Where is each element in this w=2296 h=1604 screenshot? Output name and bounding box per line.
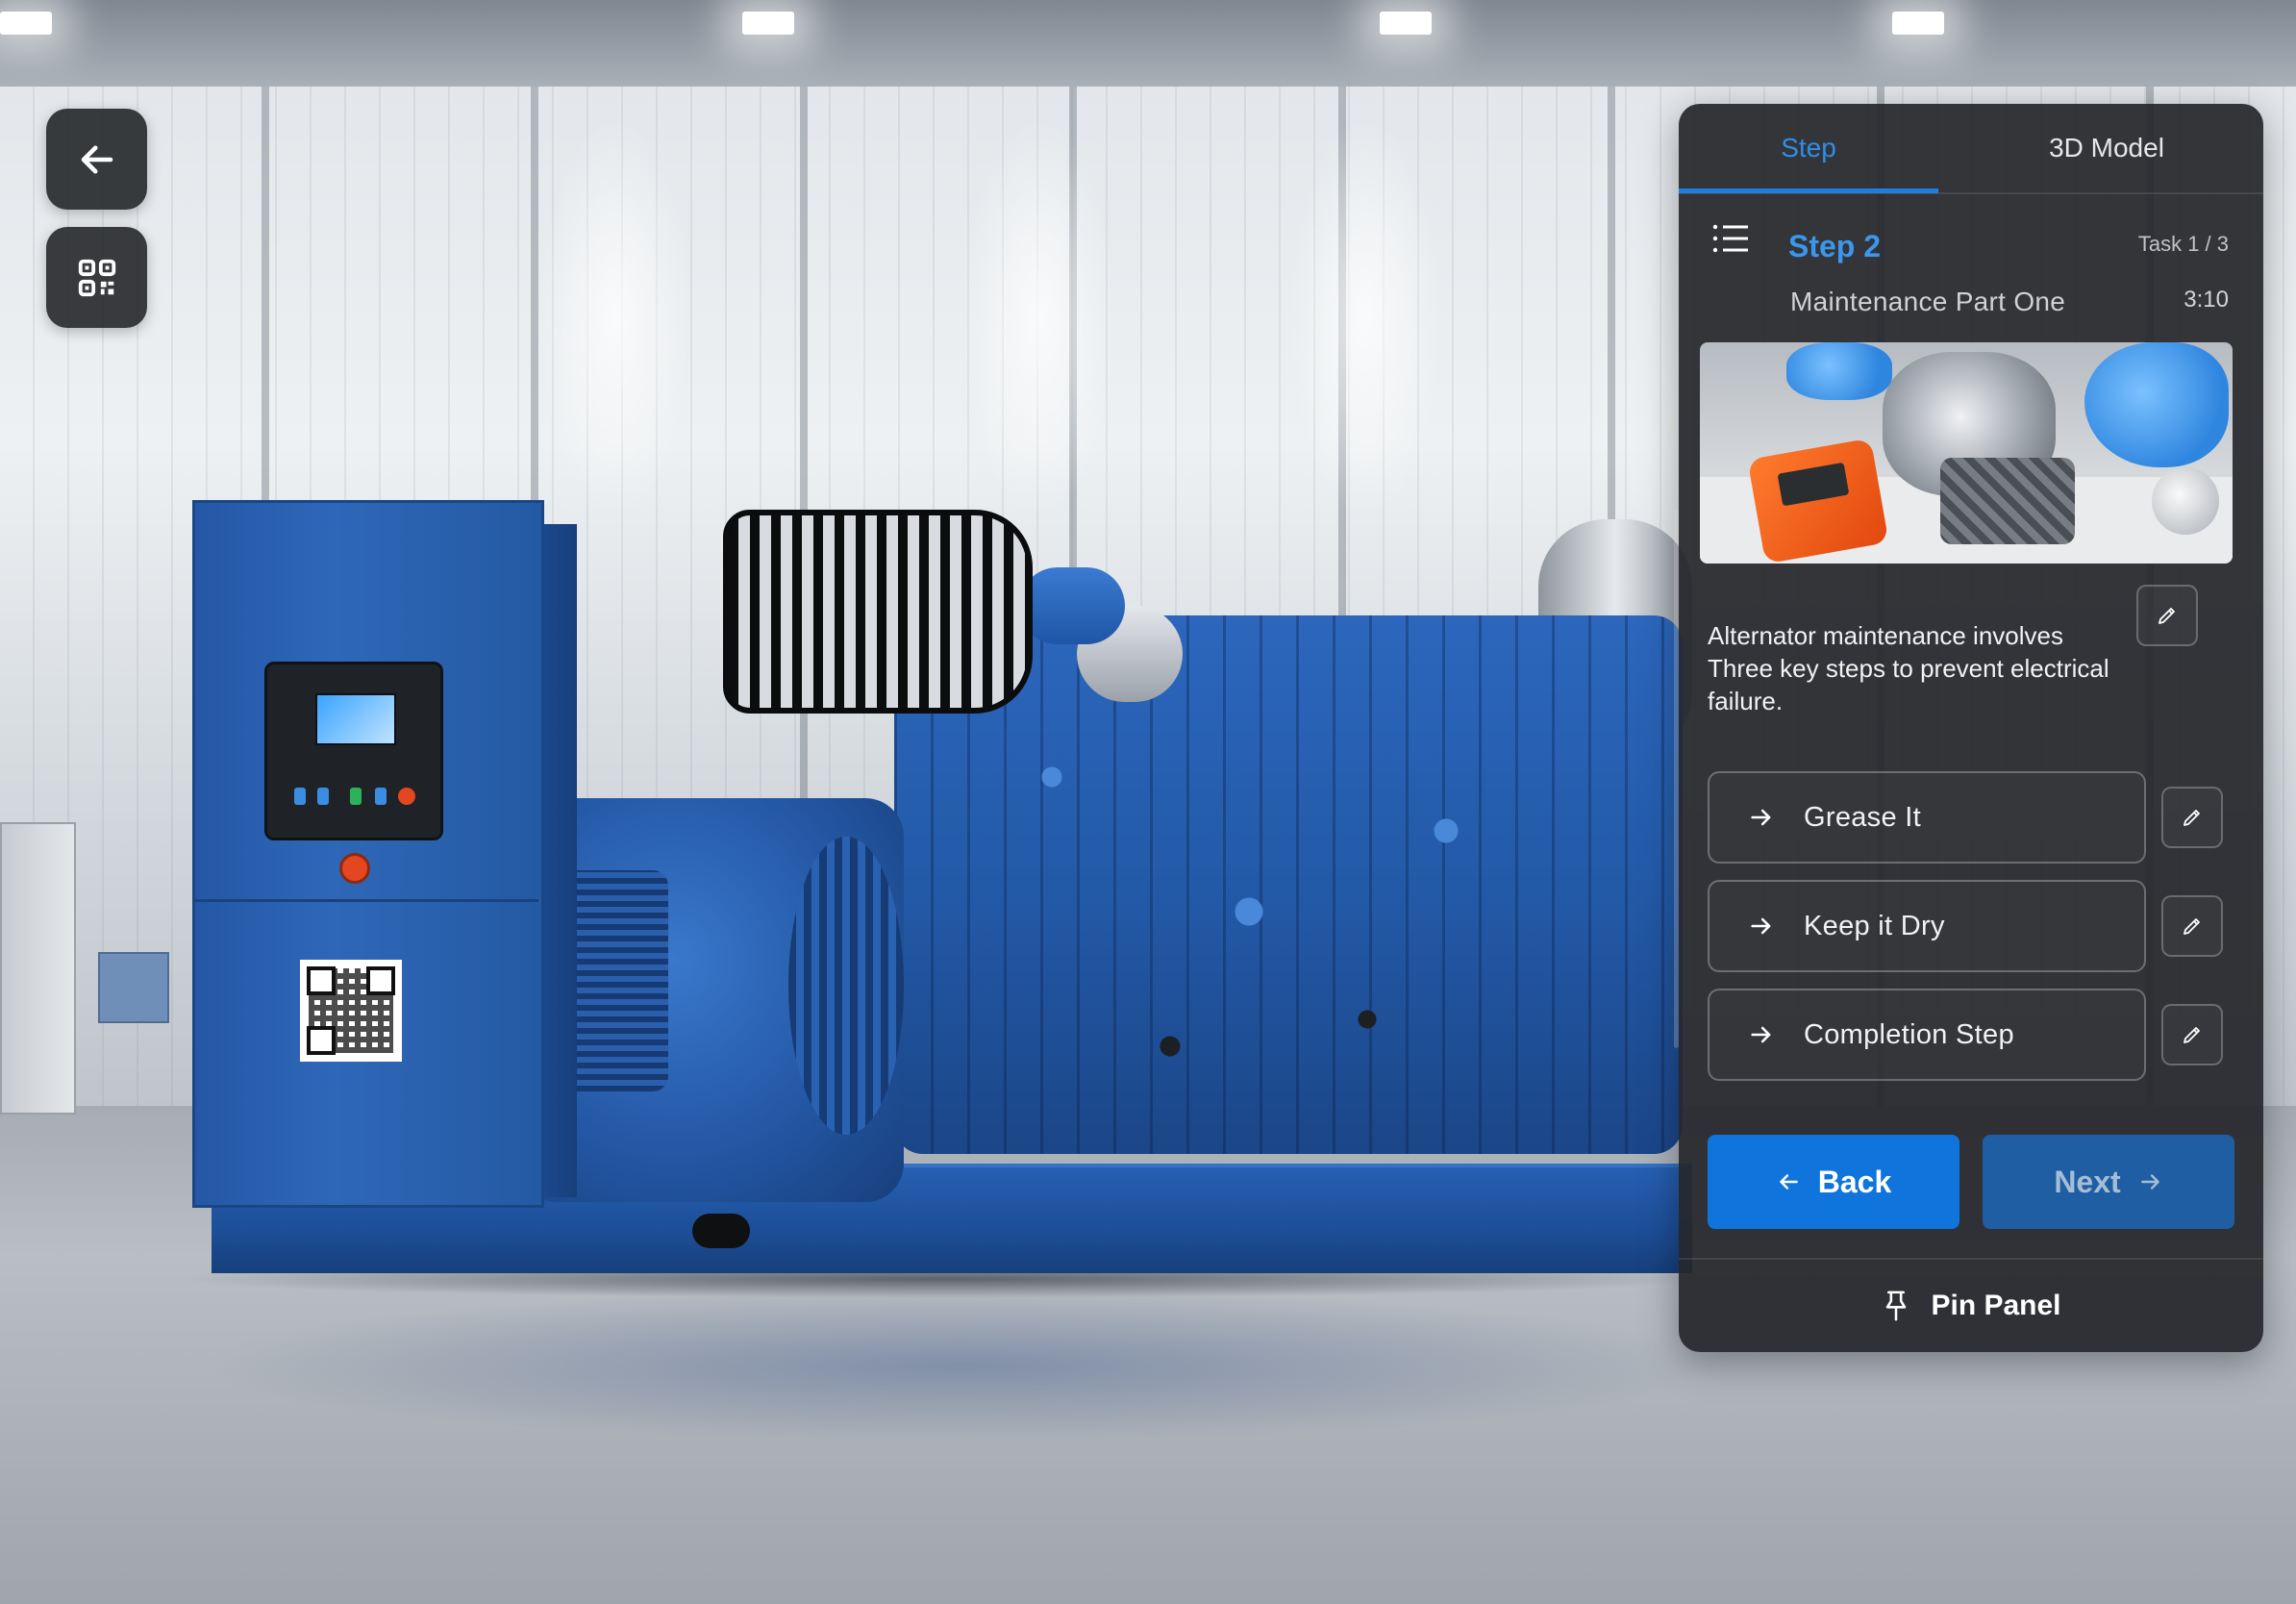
panel-divider: [1679, 1258, 2263, 1260]
option-label: Completion Step: [1804, 1018, 2014, 1050]
edit-option-button[interactable]: [2161, 787, 2223, 848]
qr-scan-button[interactable]: [46, 227, 147, 328]
step-timer: 3:10: [2184, 287, 2229, 313]
back-button[interactable]: Back: [1708, 1135, 1959, 1229]
qr-code-icon: [78, 259, 115, 296]
control-button: [294, 788, 306, 805]
valve-plate: [1940, 458, 2075, 544]
pencil-icon: [2184, 810, 2200, 826]
arrow-right-icon: [2140, 1174, 2159, 1190]
control-button: [398, 788, 415, 805]
step-title: Step 2: [1788, 229, 1882, 263]
arrow-left-icon: [81, 144, 112, 174]
option-completion-step[interactable]: Completion Step: [1708, 989, 2146, 1081]
back-button-label: Back: [1817, 1164, 1892, 1199]
control-button: [375, 788, 387, 805]
pin-icon: [1886, 1291, 1907, 1321]
pencil-icon: [2184, 1027, 2200, 1043]
active-tab-indicator: [1679, 188, 1938, 193]
floor-reflection: [192, 1289, 1731, 1442]
panel-tabs: Step 3D Model: [1679, 104, 2263, 194]
side-cabinet: [0, 822, 76, 1115]
step-subtitle: Maintenance Part One: [1790, 287, 2066, 316]
arrow-left-icon: [1779, 1174, 1798, 1190]
multimeter: [1747, 438, 1889, 564]
app-screen: Step 3D Model Step 2 Maintenance Part On…: [0, 0, 2296, 1604]
wall-glow: [961, 115, 1115, 519]
ceiling-light: [0, 12, 52, 35]
arrow-right-icon: [1751, 1026, 1771, 1043]
gloved-hand: [2084, 342, 2229, 467]
edit-description-button[interactable]: [2136, 585, 2198, 646]
option-label: Grease It: [1804, 801, 1921, 833]
fan-disc: [788, 837, 904, 1135]
control-panel: [264, 662, 443, 840]
arrow-right-icon: [1751, 809, 1771, 826]
option-label: Keep it Dry: [1804, 910, 1945, 941]
edit-option-button[interactable]: [2161, 1004, 2223, 1065]
option-grease-it[interactable]: Grease It: [1708, 771, 2146, 864]
ceiling-light: [742, 12, 794, 35]
next-button-label: Next: [2054, 1164, 2121, 1199]
control-screen: [315, 693, 396, 745]
pin-panel-button[interactable]: Pin Panel: [1679, 1267, 2263, 1344]
side-box: [98, 952, 169, 1023]
blue-pipe: [1019, 567, 1125, 644]
wall-glow: [1288, 115, 1442, 519]
control-cabinet: [192, 500, 544, 1208]
step-list-button[interactable]: [1711, 221, 1750, 256]
wall-glow: [538, 115, 692, 519]
qr-sticker: [300, 960, 402, 1062]
pencil-icon: [2184, 918, 2200, 935]
step-panel: Step 3D Model Step 2 Maintenance Part On…: [1679, 104, 2263, 1352]
ceiling-light: [1380, 12, 1432, 35]
piston: [2152, 467, 2219, 535]
step-description: Alternator maintenance involves Three ke…: [1708, 621, 2109, 715]
ceiling-light: [1892, 12, 1944, 35]
task-counter: Task 1 / 3: [2137, 232, 2229, 256]
emergency-button: [339, 853, 370, 884]
base-hole: [692, 1214, 750, 1248]
tab-step[interactable]: Step: [1679, 104, 1938, 192]
next-button[interactable]: Next: [1983, 1135, 2234, 1229]
list-icon: [1712, 224, 1748, 253]
step-image: [1700, 342, 2233, 564]
control-button: [317, 788, 329, 805]
arrow-right-icon: [1751, 917, 1771, 935]
ceiling: [0, 0, 2296, 87]
cabinet-side: [538, 524, 577, 1197]
option-keep-it-dry[interactable]: Keep it Dry: [1708, 880, 2146, 972]
edit-option-button[interactable]: [2161, 895, 2223, 957]
back-nav-button[interactable]: [46, 109, 147, 210]
cabinet-divider: [192, 899, 538, 902]
tab-3d-model[interactable]: 3D Model: [1958, 104, 2256, 192]
pencil-icon: [2159, 608, 2175, 624]
air-filter: [723, 510, 1033, 714]
pin-panel-label: Pin Panel: [1931, 1290, 2061, 1321]
control-button: [350, 788, 362, 805]
